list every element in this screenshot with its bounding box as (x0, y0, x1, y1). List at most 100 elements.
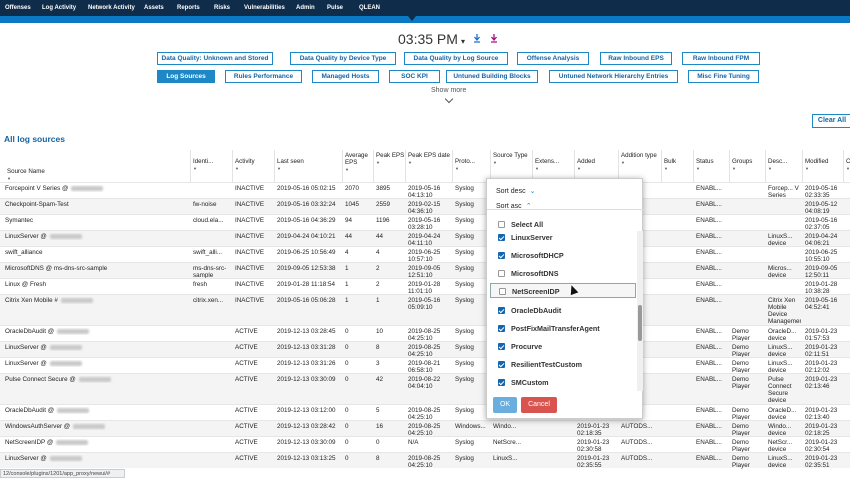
table-row[interactable]: Citrix Xen Mobile # citrix.xen... INACTIVE… (0, 294, 850, 325)
filter-option-netscreenidp[interactable]: NetScreenIDP (490, 283, 636, 298)
table-row[interactable]: Pulse Connect Secure @ ACTIVE 2019-12-13 0… (0, 373, 850, 404)
clear-all-button[interactable]: Clear All (812, 114, 850, 128)
scrollbar-thumb[interactable] (638, 305, 642, 341)
tab-data-quality-unknown-and-stored[interactable]: Data Quality: Unknown and Stored (157, 52, 273, 65)
filter-option-postfixmailtransferagent[interactable]: PostFixMailTransferAgent (490, 321, 636, 336)
nav-item-log-activity[interactable]: Log Activity (42, 5, 76, 11)
sort-arrow-icon[interactable]: ▼ (193, 165, 232, 172)
sort-arrow-icon[interactable]: ▼ (621, 159, 661, 166)
checkbox[interactable] (499, 288, 506, 295)
filter-option-microsoftdns[interactable]: MicrosoftDNS (490, 266, 636, 281)
table-row[interactable]: Symantec cloud.ela... INACTIVE 2019-05-16 0… (0, 214, 850, 231)
tab-data-quality-by-device-type[interactable]: Data Quality by Device Type (290, 52, 396, 65)
table-row[interactable]: LinuxServer @ INACTIVE 2019-04-24 04:10:21… (0, 230, 850, 247)
column-header[interactable]: Bulk ▼ (661, 150, 693, 182)
tab-misc-fine-tuning[interactable]: Misc Fine Tuning (688, 70, 759, 83)
column-header[interactable]: Peak EPS date ▼ (405, 150, 452, 182)
tab-managed-hosts[interactable]: Managed Hosts (312, 70, 379, 83)
tab-data-quality-by-log-source[interactable]: Data Quality by Log Source (404, 52, 508, 65)
column-header[interactable]: C▼ (843, 150, 850, 182)
filter-option-linuxserver[interactable]: LinuxServer (490, 230, 636, 245)
checkbox[interactable] (498, 325, 505, 332)
tab-soc-kpi[interactable]: SOC KPI (389, 70, 440, 83)
nav-item-offenses[interactable]: Offenses (5, 5, 31, 11)
table-row[interactable]: Linux @ Fresh fresh INACTIVE 2019-01-28 11:… (0, 278, 850, 295)
table-row[interactable]: OracleDbAudit @ ACTIVE 2019-12-13 03:28:45… (0, 325, 850, 342)
nav-item-network-activity[interactable]: Network Activity (88, 5, 135, 11)
download-icon[interactable] (473, 34, 481, 43)
sort-arrow-icon[interactable]: ▼ (235, 165, 274, 172)
tab-rules-performance[interactable]: Rules Performance (225, 70, 302, 83)
nav-item-admin[interactable]: Admin (296, 5, 315, 11)
table-row[interactable]: NetScreenIDP @ ACTIVE 2019-12-13 03:30:09 0… (0, 436, 850, 453)
sort-arrow-icon[interactable]: ▼ (376, 159, 405, 166)
sort-arrow-icon[interactable]: ▼ (493, 159, 532, 166)
sort-arrow-icon[interactable]: ▼ (408, 159, 452, 166)
column-header[interactable]: Peak EPS ▼ (373, 150, 405, 182)
table-row[interactable]: Checkpoint-Spam-Test fw-noise INACTIVE 2019… (0, 198, 850, 215)
tab-offense-analysis[interactable]: Offense Analysis (517, 52, 589, 65)
ok-button[interactable]: OK (493, 397, 517, 413)
tab-untuned-building-blocks[interactable]: Untuned Building Blocks (446, 70, 538, 83)
sort-arrow-icon[interactable]: ▼ (277, 165, 342, 172)
sort-arrow-icon[interactable]: ▼ (455, 165, 490, 172)
nav-item-risks[interactable]: Risks (214, 5, 230, 11)
table-row[interactable]: LinuxServer @ ACTIVE 2019-12-13 03:31:28 0 8… (0, 341, 850, 358)
sort-arrow-icon[interactable]: ▼ (535, 165, 574, 172)
cancel-button[interactable]: Cancel (521, 397, 557, 413)
tab-log-sources[interactable]: Log Sources (157, 70, 215, 83)
sort-arrow-icon[interactable]: ▼ (345, 166, 373, 173)
table-row[interactable]: LinuxServer @ ACTIVE 2019-12-13 03:13:25 0 8… (0, 452, 850, 469)
chevron-down-icon[interactable]: ▾ (461, 37, 465, 46)
checkbox[interactable] (498, 234, 505, 241)
sort-arrow-icon[interactable]: ▼ (846, 165, 850, 172)
column-header[interactable]: Average EPS ▼ (342, 150, 373, 182)
sort-arrow-icon[interactable]: ▼ (696, 165, 729, 172)
sort-desc-option[interactable]: Sort desc ⌄ (496, 187, 535, 195)
sort-arrow-icon[interactable]: ▼ (768, 165, 802, 172)
table-row[interactable]: LinuxServer @ ACTIVE 2019-12-13 03:31:26 0 3… (0, 357, 850, 374)
tab-untuned-network-hierarchy-entries[interactable]: Untuned Network Hierarchy Entries (549, 70, 678, 83)
checkbox[interactable] (498, 379, 505, 386)
checkbox[interactable] (498, 307, 505, 314)
nav-item-reports[interactable]: Reports (177, 5, 200, 11)
chevron-down-icon[interactable] (444, 94, 454, 104)
tab-raw-inbound-eps[interactable]: Raw Inbound EPS (600, 52, 672, 65)
table-row[interactable]: Forcepoint V Series @ INACTIVE 2019-05-16 … (0, 182, 850, 199)
checkbox[interactable] (498, 343, 505, 350)
column-header[interactable]: Groups ▼ (729, 150, 765, 182)
sort-arrow-icon[interactable]: ▼ (805, 165, 843, 172)
filter-option-smcustom[interactable]: SMCustom (490, 375, 636, 390)
column-header[interactable]: Modified ▼ (802, 150, 843, 182)
column-header[interactable]: Activity ▼ (232, 150, 274, 182)
nav-item-qlean[interactable]: QLEAN (359, 5, 380, 11)
table-row[interactable]: MicrosoftDNS @ ms-dns-src-sample ms-dns-s… (0, 262, 850, 279)
nav-item-pulse[interactable]: Pulse (327, 5, 343, 11)
filter-option-microsoftdhcp[interactable]: MicrosoftDHCP (490, 248, 636, 263)
tab-raw-inbound-fpm[interactable]: Raw Inbound FPM (682, 52, 760, 65)
column-header[interactable]: Desc... ▼ (765, 150, 802, 182)
column-header[interactable]: Source Name ▼ (5, 150, 190, 182)
column-header[interactable]: Status ▼ (693, 150, 729, 182)
filter-option-resilienttestcustom[interactable]: ResilientTestCustom (490, 357, 636, 372)
table-row[interactable]: WindowsAuthServer @ ACTIVE 2019-12-13 03:2… (0, 420, 850, 437)
nav-item-vulnerabilities[interactable]: Vulnerabilities (244, 5, 285, 11)
table-row[interactable]: OracleDbAudit @ ACTIVE 2019-12-13 03:12:00… (0, 404, 850, 421)
filter-option-oracledbaudit[interactable]: OracleDbAudit (490, 303, 636, 318)
filter-scrollbar[interactable] (637, 231, 643, 391)
checkbox[interactable] (498, 252, 505, 259)
download-icon[interactable] (490, 34, 498, 43)
checkbox[interactable] (498, 270, 505, 277)
table-row[interactable]: swift_alliance swift_alli... INACTIVE 2019-… (0, 246, 850, 263)
show-more-link[interactable]: Show more (431, 87, 466, 94)
column-header[interactable]: Last seen ▼ (274, 150, 342, 182)
checkbox[interactable] (498, 361, 505, 368)
checkbox[interactable] (498, 221, 505, 228)
sort-arrow-icon[interactable]: ▼ (7, 175, 190, 182)
sort-arrow-icon[interactable]: ▼ (577, 165, 618, 172)
nav-item-assets[interactable]: Assets (144, 5, 164, 11)
time-display[interactable]: 03:35 PM ▾ (398, 31, 465, 47)
sort-arrow-icon[interactable]: ▼ (732, 165, 765, 172)
column-header[interactable]: Identi... ▼ (190, 150, 232, 182)
column-header[interactable]: Proto... ▼ (452, 150, 490, 182)
